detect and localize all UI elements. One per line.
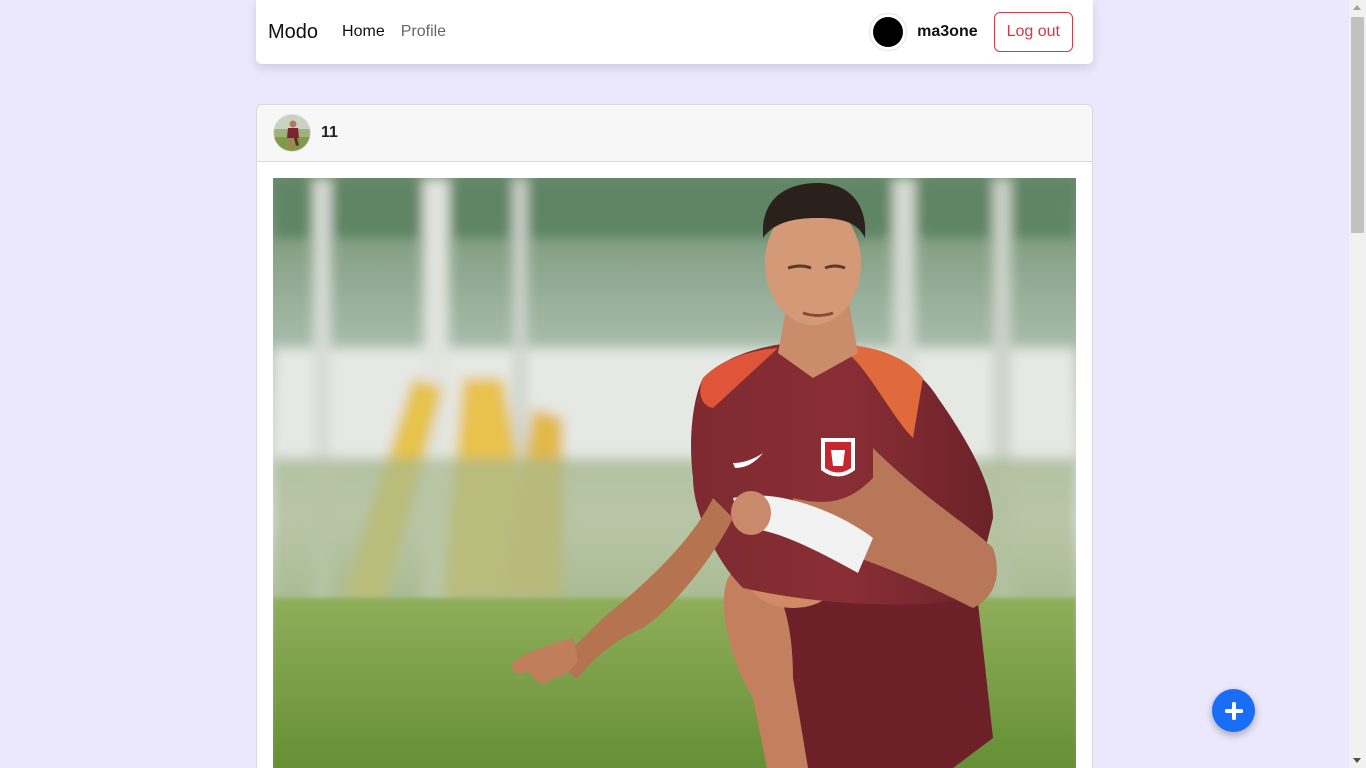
create-post-button[interactable] (1212, 689, 1255, 732)
scroll-up-arrow-icon[interactable] (1353, 5, 1361, 10)
scroll-down-arrow-icon[interactable] (1353, 758, 1361, 763)
nav-link-profile[interactable]: Profile (401, 23, 446, 41)
app-viewport: Modo Home Profile ma3one Log out 11 (0, 0, 1349, 768)
post-header: 11 (257, 105, 1092, 162)
top-navbar: Modo Home Profile ma3one Log out (256, 0, 1093, 64)
user-avatar[interactable] (869, 13, 908, 51)
post-image[interactable]: LEN (273, 178, 1076, 768)
username-label[interactable]: ma3one (917, 23, 977, 41)
brand-logo[interactable]: Modo (268, 21, 318, 44)
footballer-avatar-icon (274, 115, 310, 151)
plus-icon (1224, 701, 1243, 720)
post-author-avatar[interactable] (273, 114, 311, 152)
logout-button[interactable]: Log out (993, 12, 1073, 52)
post-author-name[interactable]: 11 (321, 124, 338, 142)
footballer-training-photo-icon: LEN (273, 178, 1076, 768)
user-avatar-image (873, 17, 904, 47)
post-card: 11 (256, 104, 1093, 768)
scrollbar-thumb[interactable] (1351, 17, 1364, 233)
page-scrollbar[interactable] (1349, 0, 1366, 768)
nav-link-home[interactable]: Home (342, 23, 385, 41)
